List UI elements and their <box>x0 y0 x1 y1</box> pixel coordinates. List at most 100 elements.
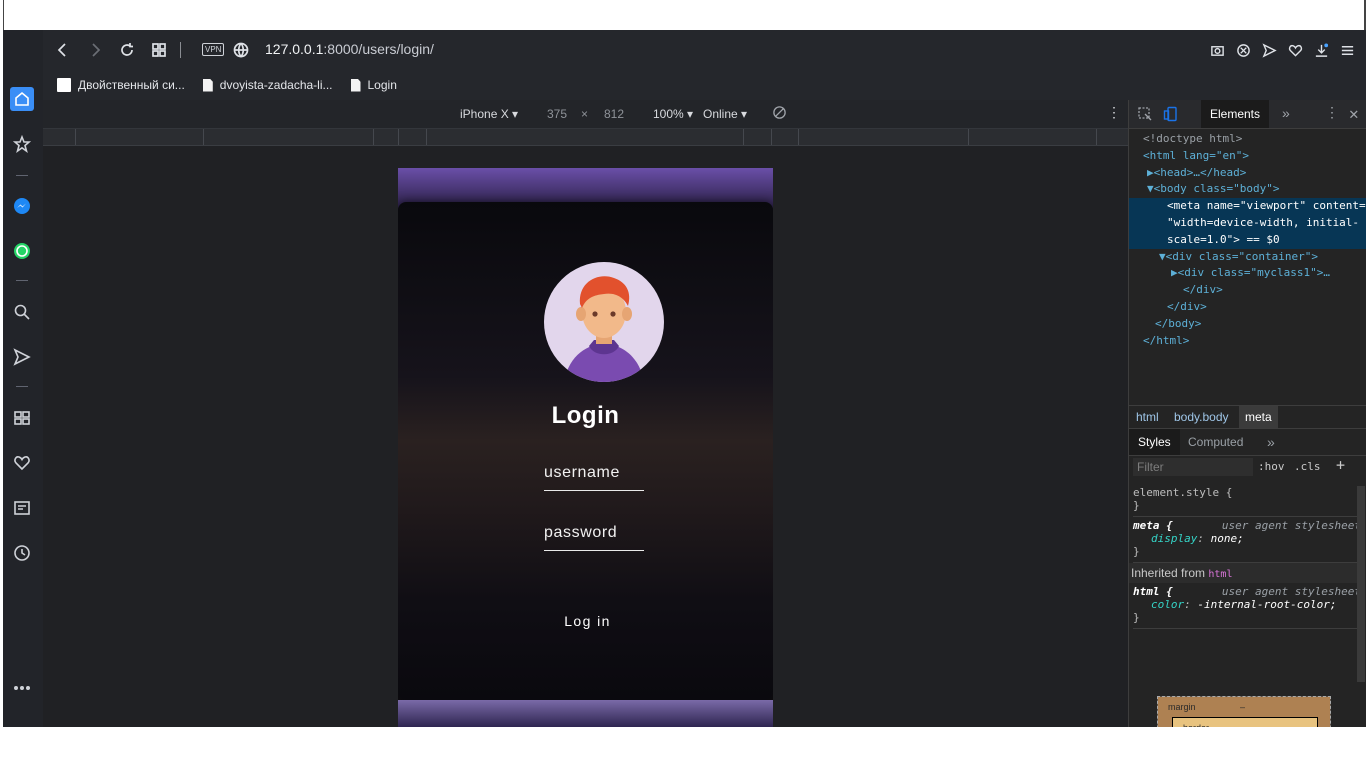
device-select[interactable]: iPhone X ▾ <box>460 107 518 121</box>
username-field[interactable]: username <box>544 464 644 491</box>
styles-filter-input[interactable]: Filter <box>1133 458 1253 476</box>
dom-node[interactable]: ▼<div class="container"> <box>1129 249 1366 266</box>
inspect-icon[interactable] <box>1137 106 1153 125</box>
box-margin-label: margin <box>1168 702 1196 712</box>
rule-close: } <box>1133 545 1140 558</box>
globe-icon[interactable] <box>229 38 253 62</box>
media-query-ruler <box>43 129 1128 146</box>
rule-selector[interactable]: element.style { <box>1133 486 1361 499</box>
toolbar-divider <box>180 42 181 58</box>
dom-node[interactable]: ▶<div class="myclass1">… <box>1129 265 1366 282</box>
history-icon[interactable] <box>10 541 34 565</box>
password-field[interactable]: password <box>544 524 644 551</box>
device-mode-icon[interactable] <box>1163 106 1179 125</box>
device-width[interactable]: 375 <box>547 107 567 121</box>
search-icon[interactable] <box>10 300 34 324</box>
device-toolbar-more-icon[interactable]: ⋮ <box>1107 104 1121 121</box>
send-icon[interactable] <box>10 345 34 369</box>
dom-node-selected[interactable]: "width=device-width, initial- <box>1129 214 1366 232</box>
dom-node-selected[interactable]: scale=1.0"> == $0 <box>1129 231 1366 249</box>
dimension-times: × <box>581 107 589 121</box>
login-button[interactable]: Log in <box>544 613 631 629</box>
speed-dial-icon[interactable] <box>10 406 34 430</box>
css-property: display <box>1151 532 1198 545</box>
box-margin-value: – <box>1240 702 1246 712</box>
new-rule-button[interactable]: + <box>1336 456 1345 474</box>
styles-tab-bar: Styles Computed » <box>1129 429 1366 456</box>
breadcrumb-item[interactable]: html <box>1136 410 1159 424</box>
close-icon[interactable]: ✕ <box>1349 104 1359 123</box>
rotate-icon[interactable] <box>772 105 787 123</box>
breadcrumb-item-active[interactable]: meta <box>1239 406 1278 428</box>
dom-node[interactable]: </div> <box>1129 299 1366 316</box>
meta-rule: meta {user agent stylesheet display: non… <box>1133 517 1361 563</box>
window-edge-left <box>3 0 4 30</box>
sidebar-separator <box>16 280 28 281</box>
more-icon[interactable] <box>10 676 34 700</box>
bookmark-label: dvoyista-zadacha-li... <box>219 78 333 92</box>
url-field[interactable]: 127.0.0.1:8000/users/login/ <box>265 41 434 57</box>
bookmark-item[interactable]: Login <box>350 78 397 92</box>
ua-stylesheet-label: user agent stylesheet <box>1221 519 1361 532</box>
box-model-border[interactable]: border – padding – <box>1172 717 1318 727</box>
style-rules: element.style { } meta {user agent style… <box>1129 484 1361 629</box>
forward-icon[interactable] <box>83 38 107 62</box>
page-title: Login <box>551 402 620 429</box>
browser-window: VPN 127.0.0.1:8000/users/login/ Двойстве… <box>3 30 1366 727</box>
dom-node[interactable]: ▼<body class="body"> <box>1129 181 1366 198</box>
hov-toggle[interactable]: :hov <box>1258 460 1285 473</box>
login-card: Login username password Log in <box>398 202 773 700</box>
devtools-panel: Elements » ⋮ ✕ <!doctype html> <html lan… <box>1128 100 1366 727</box>
zoom-select[interactable]: 100% ▾ <box>653 107 693 121</box>
rule-close: } <box>1133 499 1140 512</box>
breadcrumb-item[interactable]: body.body <box>1174 410 1229 424</box>
cls-toggle[interactable]: .cls <box>1294 460 1321 473</box>
devtools-menu-icon[interactable]: ⋮ <box>1325 105 1339 121</box>
back-icon[interactable] <box>51 38 75 62</box>
home-icon[interactable] <box>10 87 34 111</box>
reload-icon[interactable] <box>115 38 139 62</box>
tab-computed[interactable]: Computed <box>1188 435 1243 449</box>
heart-icon[interactable] <box>1286 38 1304 62</box>
sidebar-separator <box>16 386 28 387</box>
messenger-icon[interactable] <box>10 194 34 218</box>
more-tabs-icon[interactable]: » <box>1282 105 1290 121</box>
sidebar-separator <box>16 175 28 176</box>
whatsapp-icon[interactable] <box>10 239 34 263</box>
html-rule: html {user agent stylesheet color: -inte… <box>1133 583 1361 629</box>
dom-node[interactable]: <html lang="en"> <box>1129 148 1366 165</box>
camera-icon[interactable] <box>1208 38 1226 62</box>
download-icon[interactable] <box>1312 38 1330 62</box>
inherited-tag-link[interactable]: html <box>1208 569 1232 580</box>
dom-node[interactable]: </body> <box>1129 316 1366 333</box>
tab-elements[interactable]: Elements <box>1201 100 1269 128</box>
rule-close: } <box>1133 611 1140 624</box>
heart-icon[interactable] <box>10 451 34 475</box>
vpn-badge[interactable]: VPN <box>202 43 225 56</box>
dom-node[interactable]: <!doctype html> <box>1129 131 1366 148</box>
bookmark-favicon-icon <box>57 78 71 92</box>
tabs-grid-icon[interactable] <box>147 38 171 62</box>
dom-node[interactable]: </div> <box>1129 282 1366 299</box>
star-icon[interactable] <box>10 132 34 156</box>
css-property: color <box>1151 598 1185 611</box>
element-style-rule: element.style { } <box>1133 484 1361 517</box>
box-model-diagram: margin – border – padding – <box>1157 696 1331 727</box>
network-select[interactable]: Online ▾ <box>703 107 747 121</box>
toolbar-right-icons <box>1208 38 1356 62</box>
dom-node[interactable]: </html> <box>1129 333 1366 350</box>
tab-styles[interactable]: Styles <box>1129 429 1180 455</box>
box-model-margin[interactable]: margin – border – padding – <box>1158 697 1330 727</box>
bookmark-label: Двойственный си... <box>78 78 185 92</box>
styles-scrollbar[interactable] <box>1357 486 1365 682</box>
dom-node[interactable]: ▶<head>…</head> <box>1129 165 1366 182</box>
news-icon[interactable] <box>10 496 34 520</box>
easy-setup-icon[interactable] <box>1338 38 1356 62</box>
more-style-tabs-icon[interactable]: » <box>1267 434 1275 450</box>
device-height[interactable]: 812 <box>604 107 624 121</box>
send-icon[interactable] <box>1260 38 1278 62</box>
dom-node-selected[interactable]: <meta name="viewport" content= <box>1129 198 1366 215</box>
bookmark-item[interactable]: Двойственный си... <box>57 78 185 92</box>
adblock-icon[interactable] <box>1234 38 1252 62</box>
bookmark-item[interactable]: dvoyista-zadacha-li... <box>202 78 333 92</box>
